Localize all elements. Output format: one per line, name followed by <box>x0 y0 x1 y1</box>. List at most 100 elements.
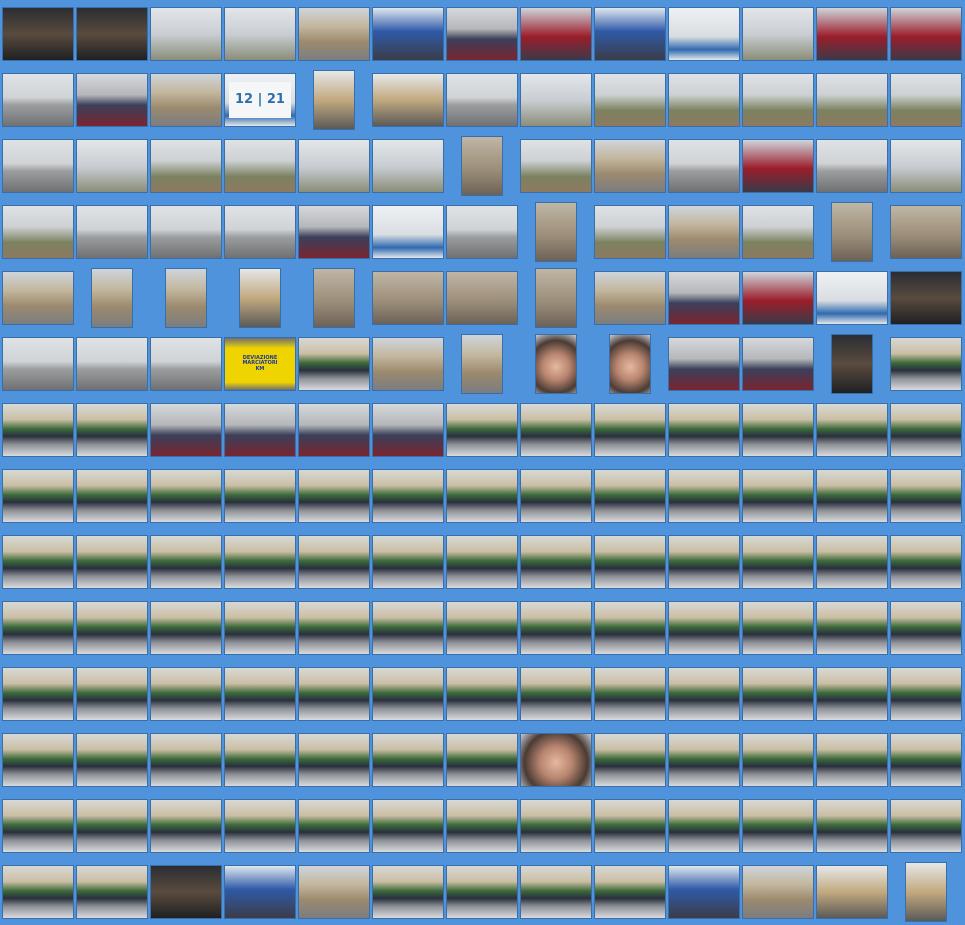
photo-thumbnail[interactable] <box>2 535 74 589</box>
photo-thumbnail[interactable] <box>890 73 962 127</box>
photo-thumbnail[interactable] <box>446 865 518 919</box>
photo-thumbnail[interactable] <box>461 334 503 394</box>
photo-thumbnail[interactable] <box>2 733 74 787</box>
photo-thumbnail[interactable] <box>668 601 740 655</box>
photo-thumbnail[interactable] <box>76 469 148 523</box>
photo-thumbnail[interactable] <box>668 667 740 721</box>
photo-thumbnail[interactable] <box>446 535 518 589</box>
photo-thumbnail[interactable] <box>520 139 592 193</box>
photo-thumbnail[interactable] <box>298 469 370 523</box>
photo-thumbnail[interactable] <box>2 205 74 259</box>
photo-thumbnail[interactable] <box>535 268 577 328</box>
photo-thumbnail[interactable] <box>446 73 518 127</box>
photo-thumbnail[interactable] <box>446 271 518 325</box>
photo-thumbnail[interactable] <box>313 268 355 328</box>
photo-thumbnail[interactable] <box>150 337 222 391</box>
photo-thumbnail[interactable] <box>372 601 444 655</box>
photo-thumbnail[interactable] <box>298 139 370 193</box>
photo-thumbnail[interactable] <box>831 202 873 262</box>
photo-thumbnail[interactable] <box>2 73 74 127</box>
photo-thumbnail[interactable] <box>372 205 444 259</box>
photo-thumbnail[interactable] <box>446 7 518 61</box>
photo-thumbnail[interactable] <box>742 73 814 127</box>
photo-thumbnail[interactable] <box>2 139 74 193</box>
photo-thumbnail[interactable] <box>76 337 148 391</box>
photo-thumbnail[interactable] <box>816 271 888 325</box>
photo-thumbnail[interactable] <box>372 337 444 391</box>
photo-thumbnail[interactable] <box>609 334 651 394</box>
photo-thumbnail[interactable] <box>668 73 740 127</box>
photo-thumbnail[interactable] <box>165 268 207 328</box>
photo-thumbnail[interactable] <box>461 136 503 196</box>
photo-thumbnail[interactable] <box>76 73 148 127</box>
photo-thumbnail[interactable] <box>446 601 518 655</box>
photo-thumbnail[interactable] <box>816 139 888 193</box>
photo-thumbnail[interactable] <box>298 205 370 259</box>
photo-thumbnail[interactable] <box>890 799 962 853</box>
photo-thumbnail[interactable] <box>742 535 814 589</box>
photo-thumbnail[interactable] <box>742 205 814 259</box>
photo-thumbnail[interactable] <box>76 799 148 853</box>
photo-thumbnail[interactable] <box>520 403 592 457</box>
photo-thumbnail[interactable] <box>668 139 740 193</box>
photo-thumbnail[interactable] <box>890 469 962 523</box>
photo-thumbnail[interactable] <box>298 7 370 61</box>
photo-thumbnail[interactable] <box>520 799 592 853</box>
photo-thumbnail[interactable] <box>150 205 222 259</box>
photo-thumbnail[interactable] <box>520 667 592 721</box>
photo-thumbnail[interactable] <box>446 799 518 853</box>
photo-thumbnail[interactable] <box>668 7 740 61</box>
photo-thumbnail[interactable] <box>816 865 888 919</box>
photo-thumbnail[interactable] <box>91 268 133 328</box>
photo-thumbnail[interactable] <box>150 667 222 721</box>
photo-thumbnail[interactable] <box>2 601 74 655</box>
photo-thumbnail[interactable] <box>890 535 962 589</box>
photo-thumbnail[interactable] <box>446 469 518 523</box>
photo-thumbnail[interactable] <box>520 7 592 61</box>
photo-thumbnail[interactable]: DEVIAZIONE MARCIATORI KM <box>224 337 296 391</box>
photo-thumbnail[interactable] <box>372 7 444 61</box>
photo-thumbnail[interactable] <box>224 205 296 259</box>
photo-thumbnail[interactable] <box>816 733 888 787</box>
photo-thumbnail[interactable] <box>742 667 814 721</box>
photo-thumbnail[interactable] <box>2 799 74 853</box>
photo-thumbnail[interactable] <box>816 601 888 655</box>
photo-thumbnail[interactable] <box>298 337 370 391</box>
photo-thumbnail[interactable] <box>372 403 444 457</box>
photo-thumbnail[interactable] <box>2 337 74 391</box>
photo-thumbnail[interactable] <box>224 7 296 61</box>
photo-thumbnail[interactable] <box>594 271 666 325</box>
photo-thumbnail[interactable] <box>224 799 296 853</box>
photo-thumbnail[interactable] <box>520 73 592 127</box>
photo-thumbnail[interactable] <box>742 733 814 787</box>
photo-thumbnail[interactable] <box>742 7 814 61</box>
photo-thumbnail[interactable] <box>2 469 74 523</box>
photo-thumbnail[interactable] <box>224 469 296 523</box>
photo-thumbnail[interactable] <box>594 403 666 457</box>
photo-thumbnail[interactable] <box>742 601 814 655</box>
photo-thumbnail[interactable] <box>2 271 74 325</box>
photo-thumbnail[interactable] <box>150 7 222 61</box>
photo-thumbnail[interactable] <box>372 271 444 325</box>
photo-thumbnail[interactable] <box>520 865 592 919</box>
photo-thumbnail[interactable] <box>668 469 740 523</box>
photo-thumbnail[interactable] <box>668 865 740 919</box>
photo-thumbnail[interactable] <box>150 73 222 127</box>
photo-thumbnail[interactable] <box>76 865 148 919</box>
photo-thumbnail[interactable] <box>76 601 148 655</box>
photo-thumbnail[interactable] <box>890 271 962 325</box>
photo-thumbnail[interactable] <box>742 337 814 391</box>
photo-thumbnail[interactable] <box>905 862 947 922</box>
photo-thumbnail[interactable] <box>594 799 666 853</box>
photo-thumbnail[interactable] <box>372 733 444 787</box>
photo-thumbnail[interactable] <box>76 733 148 787</box>
photo-thumbnail[interactable] <box>2 865 74 919</box>
photo-thumbnail[interactable] <box>594 865 666 919</box>
photo-thumbnail[interactable] <box>150 799 222 853</box>
photo-thumbnail[interactable] <box>816 7 888 61</box>
photo-thumbnail[interactable] <box>372 73 444 127</box>
photo-thumbnail[interactable] <box>298 865 370 919</box>
photo-thumbnail[interactable] <box>594 535 666 589</box>
photo-thumbnail[interactable] <box>890 403 962 457</box>
photo-thumbnail[interactable] <box>150 601 222 655</box>
